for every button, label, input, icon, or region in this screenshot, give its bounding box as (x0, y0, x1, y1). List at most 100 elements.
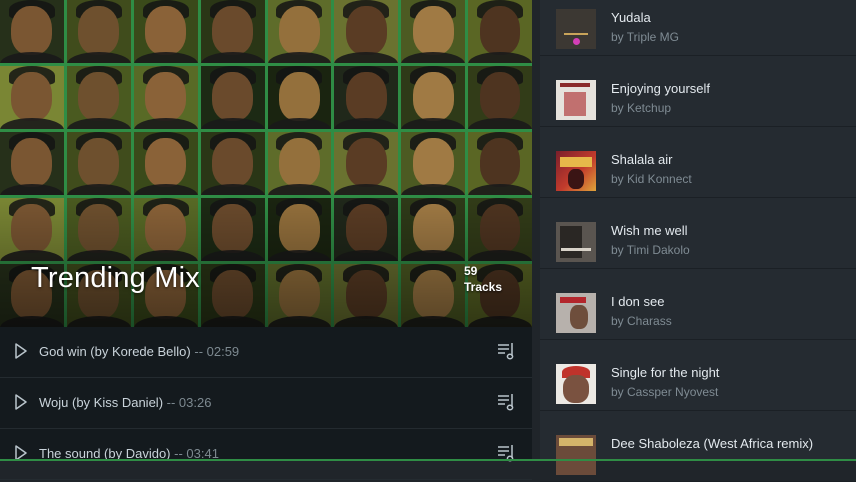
photo-face (278, 6, 320, 56)
photo-shoulders (267, 183, 332, 195)
photo-face (412, 6, 454, 56)
photo-shoulders (0, 117, 64, 129)
add-to-queue-icon[interactable] (497, 392, 517, 412)
photo-shoulders (334, 51, 399, 63)
photo-face (278, 270, 320, 320)
photo-face (479, 204, 521, 254)
photo-face (212, 72, 253, 122)
artist-photo (401, 132, 466, 195)
photo-shoulders (0, 315, 64, 327)
artist-photo (401, 0, 466, 63)
photo-face (145, 72, 187, 122)
photo-face (278, 204, 320, 254)
song-item[interactable]: I don see by Charass (540, 269, 856, 340)
photo-shoulders (267, 315, 332, 327)
album-art (556, 222, 596, 262)
photo-face (11, 204, 53, 254)
add-to-queue-icon[interactable] (497, 341, 517, 361)
artist-photo (200, 0, 265, 63)
track-list: God win (by Korede Bello) -- 02:59 Woju … (0, 327, 532, 480)
photo-shoulders (468, 183, 532, 195)
artist-photo (66, 198, 131, 261)
artist-photo (401, 264, 466, 327)
photo-shoulders (200, 315, 265, 327)
song-artist: by Kid Konnect (611, 172, 692, 186)
artist-photo (133, 132, 198, 195)
track-label: Woju (by Kiss Daniel) -- 03:26 (39, 395, 211, 410)
photo-face (278, 138, 320, 188)
track-duration: -- 02:59 (190, 344, 240, 359)
photo-face (145, 6, 187, 56)
track-count-number: 59 (464, 264, 478, 278)
photo-shoulders (267, 51, 332, 63)
artist-photo (334, 264, 399, 327)
photo-shoulders (401, 315, 466, 327)
photo-shoulders (133, 117, 198, 129)
photo-shoulders (334, 183, 399, 195)
photo-face (479, 6, 521, 56)
photo-shoulders (401, 249, 466, 261)
song-item[interactable]: Yudala by Triple MG (540, 0, 856, 56)
album-art (556, 435, 596, 475)
photo-face (212, 204, 253, 254)
artist-photo (267, 264, 332, 327)
song-artist: by Cassper Nyovest (611, 385, 719, 399)
track-row[interactable]: Woju (by Kiss Daniel) -- 03:26 (0, 378, 532, 429)
photo-shoulders (200, 117, 265, 129)
artist-photo (267, 66, 332, 129)
photo-face (479, 72, 521, 122)
artist-photo (334, 66, 399, 129)
song-item[interactable]: Enjoying yourself by Ketchup (540, 56, 856, 127)
photo-face (479, 138, 521, 188)
photo-face (412, 270, 454, 320)
song-title: Single for the night (611, 365, 720, 380)
song-item[interactable]: Single for the night by Cassper Nyovest (540, 340, 856, 411)
photo-face (345, 204, 387, 254)
mix-panel: Trending Mix 59 Tracks God win (by Kored… (0, 0, 532, 480)
artist-photo (0, 132, 64, 195)
song-artist: by Ketchup (611, 101, 672, 115)
song-title: Enjoying yourself (611, 81, 710, 96)
photo-face (412, 138, 454, 188)
photo-shoulders (401, 183, 466, 195)
track-duration: -- 03:26 (163, 395, 212, 410)
album-art (556, 151, 596, 191)
photo-shoulders (0, 183, 64, 195)
photo-face (345, 6, 387, 56)
artist-photo (334, 198, 399, 261)
artist-photo (468, 0, 532, 63)
song-item[interactable]: Dee Shaboleza (West Africa remix) (540, 411, 856, 482)
photo-face (145, 138, 187, 188)
song-title: Shalala air (611, 152, 673, 167)
photo-shoulders (0, 249, 64, 261)
photo-face (11, 138, 53, 188)
photo-face (212, 6, 253, 56)
artist-photo (468, 132, 532, 195)
artist-photo (401, 66, 466, 129)
photo-shoulders (133, 249, 198, 261)
artist-photo (200, 198, 265, 261)
track-title: Woju (by Kiss Daniel) (39, 395, 164, 410)
photo-face (345, 72, 387, 122)
photo-face (11, 72, 53, 122)
track-row[interactable]: The sound (by Davido) -- 03:41 (0, 429, 532, 480)
play-icon[interactable] (14, 394, 28, 410)
song-title: Dee Shaboleza (West Africa remix) (611, 436, 814, 451)
artist-photo (133, 0, 198, 63)
photo-shoulders (66, 51, 131, 63)
artist-photo (0, 0, 64, 63)
artist-photo (0, 66, 64, 129)
song-item[interactable]: Wish me well by Timi Dakolo (540, 198, 856, 269)
artist-photo (468, 66, 532, 129)
photo-shoulders (200, 249, 265, 261)
song-list-panel: Yudala by Triple MG Enjoying yourself by… (540, 0, 856, 482)
artist-photo (66, 132, 131, 195)
play-icon[interactable] (14, 343, 28, 359)
artist-photo (66, 66, 131, 129)
track-count-label: Tracks (464, 280, 503, 294)
artist-photo (200, 132, 265, 195)
song-item[interactable]: Shalala air by Kid Konnect (540, 127, 856, 198)
artist-photo (200, 66, 265, 129)
mix-title: Trending Mix (31, 262, 200, 294)
track-row[interactable]: God win (by Korede Bello) -- 02:59 (0, 327, 532, 378)
